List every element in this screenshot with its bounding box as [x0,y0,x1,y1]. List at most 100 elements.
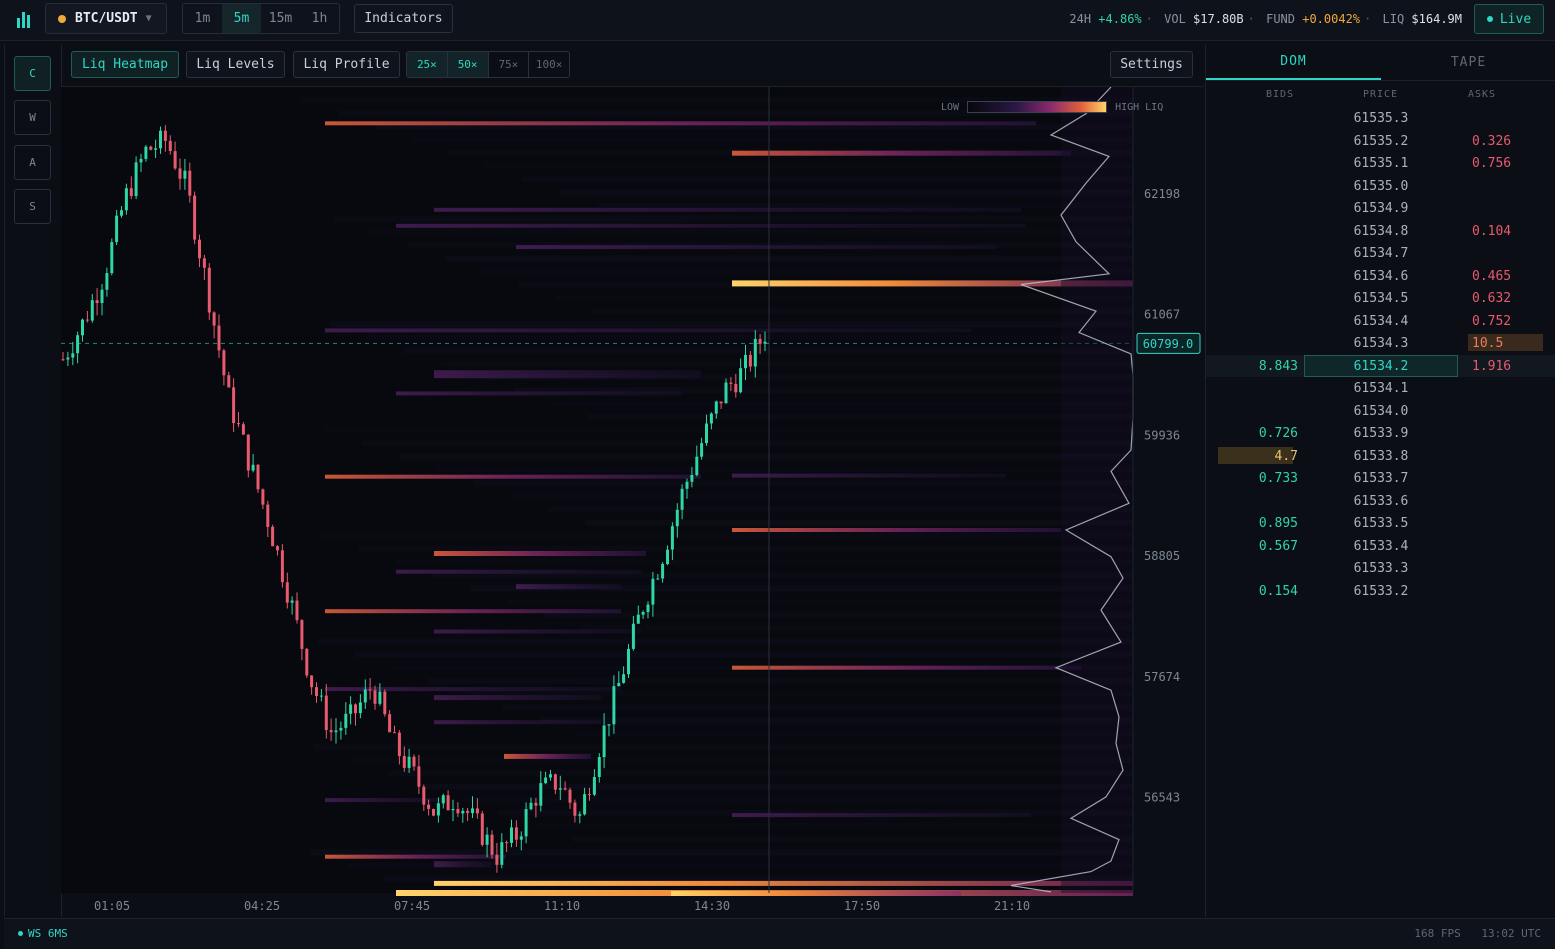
dom-row[interactable]: 61534.3 10.5 [1206,332,1555,355]
timeframe-5m[interactable]: 5m [222,4,261,33]
rail-button-a[interactable]: A [14,145,51,180]
live-button[interactable]: Live [1474,4,1544,34]
candle-body [748,354,752,367]
candle-body [446,795,450,811]
dom-row[interactable]: 61534.0 [1206,400,1555,423]
symbol-selector[interactable]: BTC/USDT ▼ [45,3,167,34]
dom-row[interactable]: 61534.9 [1206,197,1555,220]
liquidation-band [732,665,1081,670]
indicators-button[interactable]: Indicators [354,4,453,33]
dom-row[interactable]: 61533.3 [1206,557,1555,580]
zoom-100x[interactable]: 100× [529,52,569,77]
tab-dom[interactable]: DOM [1206,45,1381,80]
dom-row[interactable]: 0.726 61533.9 [1206,422,1555,445]
candle-body [519,836,523,840]
rail-button-c[interactable]: C [14,56,51,91]
heatmap-haze-band [507,598,1133,605]
y-tick-label: 56543 [1144,791,1180,805]
candle-body [105,273,109,290]
rail-button-s[interactable]: S [14,189,51,224]
mode-liq-profile[interactable]: Liq Profile [293,51,400,78]
candle-body [124,188,128,211]
dom-row[interactable]: 0.567 61533.4 [1206,535,1555,558]
candle-body [373,690,377,704]
market-stats: 24H +4.86% · VOL $17.80B · FUND +0.0042% · … [1069,12,1462,26]
candle-body [661,563,665,579]
y-tick-label: 59936 [1144,428,1180,442]
ask-size: 0.104 [1472,223,1512,239]
settings-button[interactable]: Settings [1110,51,1193,78]
heatmap-haze-band [474,479,1133,486]
candle-body [680,488,684,510]
candle-body [544,777,548,784]
candle-body [505,842,509,844]
chart-svg: 60799.0 62198 61067 59936 58805 57674 56543 01:… [61,87,1201,913]
candle-body [617,682,621,687]
dom-row[interactable]: 0.154 61533.2 [1206,580,1555,603]
symbol-name: BTC/USDT [75,11,138,26]
liquidation-heatmap-chart[interactable]: 60799.0 62198 61067 59936 58805 57674 56543 01:… [61,87,1204,917]
dom-row[interactable]: 0.733 61533.7 [1206,467,1555,490]
timeframe-15m[interactable]: 15m [261,4,300,33]
ws-dot-icon [18,931,23,936]
candle-body [129,188,133,197]
candle-body [71,353,75,358]
candle-body [490,834,494,855]
candle-body [363,689,367,703]
heatmap-haze-band [371,229,1133,235]
zoom-50x[interactable]: 50× [447,52,489,77]
heatmap-haze-band [511,493,1133,499]
zoom-25x[interactable]: 25× [407,52,448,77]
heatmap-haze-band [552,400,1133,407]
liquidation-band [325,121,1036,126]
heatmap-haze-band [548,506,1133,513]
dom-row[interactable]: 61534.7 [1206,242,1555,265]
candle-body [436,803,440,816]
dom-row[interactable]: 4.7 61533.8 [1206,445,1555,468]
candle-body [432,809,435,816]
timeframe-1h[interactable]: 1h [300,4,339,33]
tab-tape[interactable]: TAPE [1381,45,1555,80]
dom-row[interactable]: 61533.6 [1206,490,1555,513]
candle-body [66,357,70,360]
candle-body [461,810,465,814]
dom-row[interactable]: 61535.2 0.326 [1206,130,1555,153]
perf-info: 168 FPS 13:02 UTC [1414,927,1541,940]
heatmap-haze-band [589,413,1133,420]
liquidation-band [732,528,1061,532]
candle-body [134,162,138,197]
heatmap-haze-band [412,136,1133,143]
heatmap-haze-band [330,321,1133,328]
zoom-75x[interactable]: 75× [489,52,530,77]
dom-row[interactable]: 8.843 61534.2 1.916 [1206,354,1555,377]
ws-latency: WS 6MS [28,927,68,940]
vol-label: VOL [1164,12,1186,26]
dom-row[interactable]: 61534.1 [1206,377,1555,400]
candle-body [110,242,114,274]
candle-body [397,732,401,756]
price-level: 61533.9 [1353,426,1409,441]
dom-row[interactable]: 61535.3 [1206,107,1555,130]
dom-row[interactable]: 61534.8 0.104 [1206,220,1555,243]
dom-row[interactable]: 61535.1 0.756 [1206,152,1555,175]
candle-body [329,730,333,733]
mode-liq-levels[interactable]: Liq Levels [186,51,285,78]
legend-low: LOW [941,101,960,113]
candle-body [183,170,187,179]
candle-body [334,730,338,733]
candle-body [241,424,245,435]
rail-button-w[interactable]: W [14,100,51,135]
dom-row[interactable]: 61534.4 0.752 [1206,310,1555,333]
heatmap-haze-band [351,757,1133,763]
mode-liq-heatmap[interactable]: Liq Heatmap [71,51,179,78]
y-tick-label: 61067 [1144,308,1180,322]
ask-size: 0.752 [1472,313,1512,329]
dom-row[interactable]: 0.895 61533.5 [1206,512,1555,535]
x-tick-label: 21:10 [994,899,1030,913]
timeframe-1m[interactable]: 1m [183,4,222,33]
liquidation-band [434,370,701,379]
dom-row[interactable]: 61534.5 0.632 [1206,287,1555,310]
candle-body [539,783,543,806]
dom-row[interactable]: 61535.0 [1206,175,1555,198]
dom-row[interactable]: 61534.6 0.465 [1206,265,1555,288]
